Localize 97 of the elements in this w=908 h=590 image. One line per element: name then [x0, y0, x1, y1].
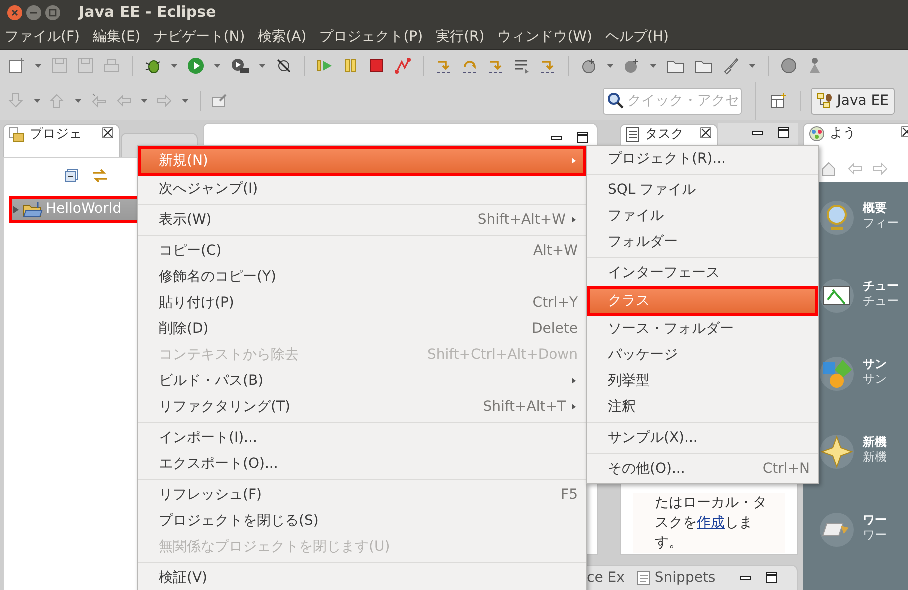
menu-item[interactable]: コピー(C) Alt+W	[138, 238, 586, 264]
open-perspective-icon[interactable]	[771, 93, 788, 109]
submenu-arrow-icon	[572, 217, 576, 223]
dropdown-arrow-icon[interactable]	[649, 62, 658, 70]
menu-item[interactable]: ビルド・パス(B)	[138, 368, 586, 394]
shapes-icon[interactable]	[819, 356, 855, 392]
dropdown-arrow-icon[interactable]	[140, 97, 149, 105]
welcome-item-subtitle: ワー	[863, 528, 887, 542]
view-tab[interactable]: Snippets	[636, 568, 716, 588]
menu-bar-item[interactable]: 編集(E)	[92, 26, 141, 48]
menu-item[interactable]: 修飾名のコピー(Y)	[138, 264, 586, 290]
dropdown-arrow-icon[interactable]	[606, 62, 615, 70]
disconnect-icon[interactable]	[394, 57, 412, 75]
task-hint-text: たはローカル・タスクを作成 します。	[655, 494, 768, 553]
globe-icon[interactable]	[819, 200, 855, 236]
menu-item[interactable]: インポート(I)...	[138, 425, 586, 451]
submenu-arrow-icon	[572, 158, 576, 164]
menu-item[interactable]: 次へジャンプ(I)	[138, 176, 586, 202]
dropdown-arrow-icon[interactable]	[258, 62, 267, 70]
menu-bar-item[interactable]: 検索(A)	[258, 26, 307, 48]
crossed-icon[interactable]	[275, 57, 293, 75]
dropdown-arrow-icon[interactable]	[748, 62, 757, 70]
project-folder-icon	[23, 202, 43, 218]
snippet-icon	[636, 570, 651, 586]
menu-item[interactable]: リフレッシュ(F) F5	[138, 482, 586, 508]
welcome-item-subtitle: 新機	[863, 450, 887, 464]
welcome-item-subtitle: サン	[863, 372, 887, 386]
dropdown-arrow-icon[interactable]	[34, 62, 43, 70]
link-arrows-icon[interactable]	[91, 168, 109, 184]
menu-bar-item[interactable]: ヘルプ(H)	[606, 26, 669, 48]
view-tab[interactable]: プロジェ	[3, 124, 120, 157]
dropdown-arrow-icon[interactable]	[74, 97, 83, 105]
menu-item[interactable]: 注釈	[587, 394, 818, 420]
submenu-arrow-icon	[572, 378, 576, 384]
search-icon	[607, 92, 626, 110]
collapse-all-icon[interactable]	[65, 169, 79, 183]
welcome-item-title[interactable]: ワー	[863, 513, 887, 528]
dropdown-arrow-icon[interactable]	[33, 97, 42, 105]
menu-item[interactable]: その他(O)... Ctrl+N	[587, 456, 818, 482]
welcome-item-subtitle: フィー	[863, 216, 899, 230]
sphere-icon[interactable]	[580, 57, 598, 75]
dropdown-arrow-icon[interactable]	[181, 97, 190, 105]
menu-item[interactable]: ソース・フォルダー	[587, 316, 818, 342]
dropdown-arrow-icon[interactable]	[213, 62, 222, 70]
dropdown-arrow-icon[interactable]	[170, 62, 179, 70]
menu-item[interactable]: 貼り付け(P) Ctrl+Y	[138, 290, 586, 316]
scroll-icon[interactable]	[819, 512, 855, 548]
create-link[interactable]: 作成	[697, 515, 725, 531]
close-icon[interactable]	[102, 127, 114, 139]
welcome-item-title[interactable]: サン	[863, 357, 887, 372]
home-icon[interactable]	[821, 161, 837, 177]
menu-item[interactable]: ファイル	[587, 203, 818, 229]
close-icon[interactable]	[700, 127, 712, 139]
quick-access-field[interactable]: クイック・アクセ	[603, 88, 742, 114]
menu-item[interactable]: 削除(D) Delete	[138, 316, 586, 342]
package-explorer-icon	[9, 127, 25, 143]
menu-item[interactable]: インターフェース	[587, 260, 818, 286]
new-file-icon[interactable]	[8, 57, 26, 75]
menu-bar-item[interactable]: プロジェクト(P)	[320, 26, 424, 48]
welcome-item-title[interactable]: 概要	[863, 201, 899, 216]
welcome-icon	[809, 126, 825, 142]
menu-item[interactable]: フォルダー	[587, 229, 818, 255]
menu-bar-item[interactable]: 実行(R)	[436, 26, 485, 48]
submenu-arrow-icon	[572, 404, 576, 410]
sparkle-icon[interactable]	[819, 434, 855, 470]
menu-item[interactable]: リファクタリング(T) Shift+Alt+T	[138, 394, 586, 420]
menu-item[interactable]: パッケージ	[587, 342, 818, 368]
view-tab[interactable]: ce Ex	[587, 568, 625, 588]
welcome-item-title[interactable]: 新機	[863, 435, 887, 450]
maximize-icon[interactable]	[766, 572, 778, 584]
view-tab[interactable]: よう	[803, 123, 908, 156]
menu-item[interactable]: 列挙型	[587, 368, 818, 394]
menu-bar-item[interactable]: ウィンドウ(W)	[498, 26, 592, 48]
maximize-icon[interactable]	[577, 132, 589, 144]
menu-item[interactable]: サンプル(X)...	[587, 425, 818, 451]
whiteboard-icon[interactable]	[819, 278, 855, 314]
menu-item[interactable]: SQL ファイル	[587, 177, 818, 203]
brush-icon[interactable]	[722, 57, 740, 75]
stop-icon[interactable]	[368, 57, 386, 75]
menu-item[interactable]: 検証(V)	[138, 565, 586, 590]
task-list-icon	[626, 127, 640, 143]
menu-item[interactable]: 表示(W) Shift+Alt+W	[138, 207, 586, 233]
coffee-bean-icon	[817, 93, 834, 109]
menu-item[interactable]: プロジェクトを閉じる(S)	[138, 508, 586, 534]
menu-item[interactable]: エクスポート(O)...	[138, 451, 586, 477]
welcome-item-title[interactable]: チュー	[863, 279, 899, 294]
menu-bar-item[interactable]: ナビゲート(N)	[154, 26, 246, 48]
run-tool-icon[interactable]	[230, 57, 250, 75]
ball-icon[interactable]	[780, 57, 798, 75]
welcome-item-subtitle: チュー	[863, 294, 899, 308]
play-icon[interactable]	[187, 57, 205, 75]
window-title: Java EE - Eclipse	[79, 2, 216, 24]
maximize-icon[interactable]	[778, 127, 790, 139]
perspective-button[interactable]: Java EE	[811, 88, 895, 114]
pencil-board-icon[interactable]	[211, 92, 229, 110]
expander-triangle-icon[interactable]	[12, 206, 20, 214]
menu-bar-item[interactable]: ファイル(F)	[5, 26, 80, 48]
